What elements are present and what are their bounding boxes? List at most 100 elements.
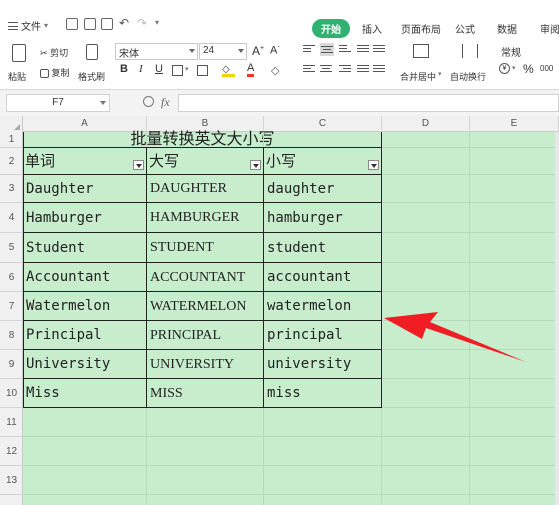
print-icon[interactable] [84,18,96,30]
lowercase-cell[interactable]: daughter [264,175,381,203]
row-header[interactable]: 13 [0,466,23,495]
currency-icon[interactable]: ¥ [499,63,510,74]
row-header[interactable]: 9 [0,350,23,379]
word-cell[interactable]: University [23,350,146,379]
vertical-scrollbar[interactable] [555,132,559,505]
row-header[interactable]: 7 [0,292,23,321]
tab-page-layout[interactable]: 页面布局 [401,21,441,36]
word-cell[interactable]: Accountant [23,263,146,292]
lowercase-cell[interactable]: watermelon [264,292,381,321]
align-top-icon[interactable] [303,45,315,55]
row-header[interactable]: 4 [0,203,23,233]
row-header[interactable]: 6 [0,263,23,292]
chevron-down-icon[interactable]: ▾ [185,65,189,73]
row-header[interactable]: 11 [0,408,23,437]
font-color-button[interactable]: A [247,62,255,77]
row-header[interactable]: 3 [0,175,23,203]
bold-button[interactable]: B [120,63,128,75]
underline-button[interactable]: U [155,63,163,75]
uppercase-cell[interactable]: HAMBURGER [147,203,263,233]
uppercase-cell[interactable]: STUDENT [147,233,263,263]
word-cell[interactable]: Student [23,233,146,263]
word-cell[interactable]: Hamburger [23,203,146,233]
italic-button[interactable]: I [139,63,143,75]
save-icon[interactable] [66,18,78,30]
column-title-cell[interactable]: 单词 [23,148,55,175]
align-middle-icon[interactable] [320,43,334,56]
tab-data[interactable]: 数据 [497,21,517,36]
uppercase-cell[interactable]: WATERMELON [147,292,263,321]
copy-button[interactable]: 复制 [40,66,70,79]
clear-format-icon[interactable]: ◇ [271,64,279,77]
word-cell[interactable]: Watermelon [23,292,146,321]
row-header[interactable]: 2 [0,148,23,175]
row-header[interactable]: 5 [0,233,23,263]
merge-center-button[interactable]: 合并居中 ▾ [400,44,442,84]
column-header-c[interactable]: C [264,116,382,132]
print-preview-icon[interactable] [101,18,113,30]
fill-color-icon[interactable]: ◇ [222,64,235,77]
borders-icon[interactable] [172,65,183,76]
undo-icon[interactable]: ↶ [119,16,129,30]
name-box[interactable]: F7 [6,94,110,112]
filter-dropdown-icon[interactable] [133,160,144,170]
percent-button[interactable]: % [523,62,534,76]
column-header-a[interactable]: A [23,116,147,132]
word-cell[interactable]: Principal [23,321,146,350]
row-header[interactable]: 1 [0,132,23,148]
word-cell[interactable]: Miss [23,379,146,408]
column-header-d[interactable]: D [382,116,470,132]
word-cell[interactable]: Daughter [23,175,146,203]
tab-formulas[interactable]: 公式 [455,21,475,36]
distributed-icon[interactable] [373,65,385,75]
uppercase-cell[interactable]: PRINCIPAL [147,321,263,350]
filter-dropdown-icon[interactable] [368,160,379,170]
increase-font-icon[interactable]: A+ [252,44,264,58]
lowercase-cell[interactable]: student [264,233,381,263]
decrease-font-icon[interactable]: A- [270,44,280,57]
align-center-icon[interactable] [320,65,332,75]
column-title-cell[interactable]: 大写 [147,148,179,175]
justify-icon[interactable] [357,65,369,75]
tab-insert[interactable]: 插入 [362,21,382,36]
paste-button[interactable]: 粘贴 [8,44,30,84]
align-bottom-icon[interactable] [339,45,351,55]
number-format-select[interactable]: 常规 [498,43,559,60]
row-header[interactable]: 12 [0,437,23,466]
thousands-button[interactable]: 000 [540,64,553,73]
column-header-b[interactable]: B [147,116,264,132]
indent-decrease-icon[interactable] [357,45,369,55]
chevron-down-icon[interactable]: ▾ [512,64,516,72]
formula-input[interactable] [178,94,559,112]
wrap-text-button[interactable]: 自动换行 [450,44,490,84]
uppercase-cell[interactable]: UNIVERSITY [147,350,263,379]
zoom-icon[interactable] [143,96,154,107]
indent-increase-icon[interactable] [373,45,385,55]
lowercase-cell[interactable]: hamburger [264,203,381,233]
uppercase-cell[interactable]: DAUGHTER [147,175,263,203]
font-name-select[interactable]: 宋体 [115,43,198,60]
font-size-select[interactable]: 24 [199,43,247,60]
lowercase-cell[interactable]: accountant [264,263,381,292]
uppercase-cell[interactable]: MISS [147,379,263,408]
align-left-icon[interactable] [303,65,315,75]
filter-dropdown-icon[interactable] [250,160,261,170]
cut-button[interactable]: ✂ 剪切 [40,46,68,59]
column-header-e[interactable]: E [470,116,559,132]
lowercase-cell[interactable]: university [264,350,381,379]
select-all-corner[interactable] [0,116,23,132]
row-header[interactable]: 8 [0,321,23,350]
function-icon[interactable]: fx [161,95,170,110]
file-menu[interactable]: 文件 ▾ [8,18,48,33]
format-painter-button[interactable]: 格式刷 [78,44,108,84]
lowercase-cell[interactable]: miss [264,379,381,408]
title-cell[interactable]: 批量转换英文大小写 [23,132,382,148]
tab-home[interactable]: 开始 [312,19,350,38]
row-header[interactable]: 10 [0,379,23,408]
column-title-cell[interactable]: 小写 [264,148,296,175]
align-right-icon[interactable] [339,65,351,75]
tab-review[interactable]: 审阅 [540,21,559,36]
cell-area[interactable]: 批量转换英文大小写 单词 大写 小写 Daughter DAUGHTER daughter… [23,132,559,505]
chevron-down-icon[interactable]: ▾ [155,18,159,27]
cell-style-icon[interactable] [197,65,208,76]
